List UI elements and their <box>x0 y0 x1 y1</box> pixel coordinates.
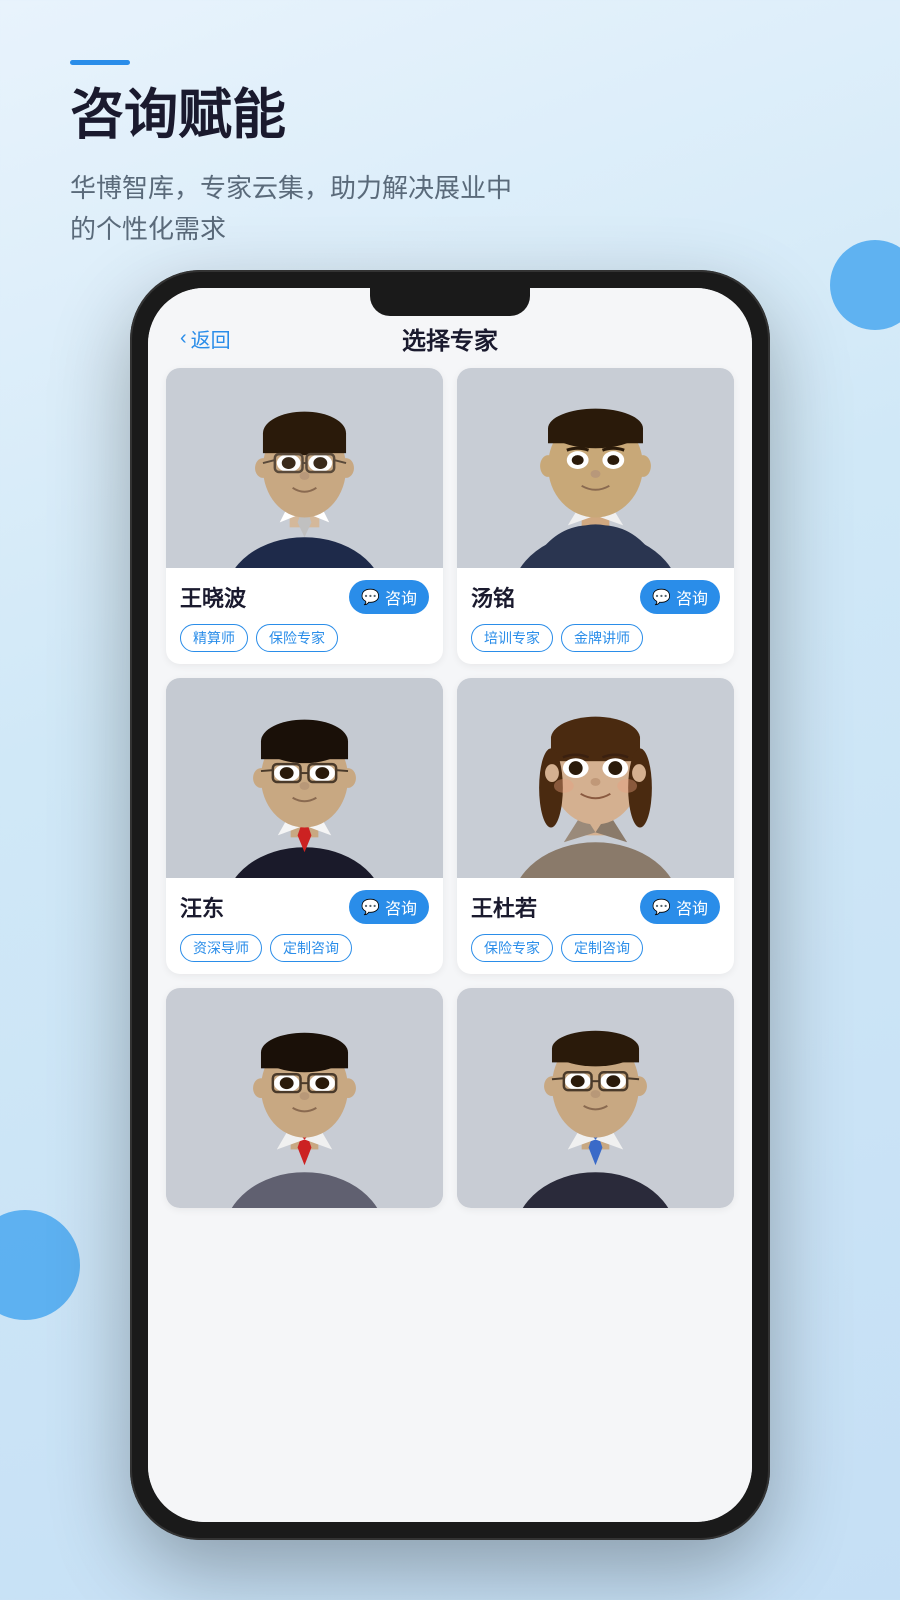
expert-name-row-3: 汪东 💬 咨询 <box>180 890 429 924</box>
expert-photo-3 <box>166 678 443 878</box>
consult-label-4: 咨询 <box>676 895 708 919</box>
expert-info-4: 王杜若 💬 咨询 保险专家 定制咨询 <box>457 878 734 974</box>
expert-card-1: 王晓波 💬 咨询 精算师 保险专家 <box>166 368 443 664</box>
expert-tags-1: 精算师 保险专家 <box>180 624 429 652</box>
expert-name-1: 王晓波 <box>180 581 246 613</box>
consult-label-1: 咨询 <box>385 585 417 609</box>
expert-info-2: 汤铭 💬 咨询 培训专家 金牌讲师 <box>457 568 734 664</box>
expert-tags-2: 培训专家 金牌讲师 <box>471 624 720 652</box>
chat-icon-4: 💬 <box>652 898 671 916</box>
tag-4-1: 保险专家 <box>471 934 553 962</box>
header-accent-line <box>70 60 130 65</box>
tag-4-2: 定制咨询 <box>561 934 643 962</box>
expert-card-3: 汪东 💬 咨询 资深导师 定制咨询 <box>166 678 443 974</box>
expert-photo-5 <box>166 988 443 1208</box>
phone-notch <box>370 288 530 316</box>
app-content: ‹ 返回 选择专家 <box>148 288 752 1522</box>
chat-icon-3: 💬 <box>361 898 380 916</box>
expert-tags-4: 保险专家 定制咨询 <box>471 934 720 962</box>
tag-3-2: 定制咨询 <box>270 934 352 962</box>
page-subtitle: 华博智库，专家云集，助力解决展业中的个性化需求 <box>70 168 830 251</box>
expert-photo-1 <box>166 368 443 568</box>
phone-mockup: ‹ 返回 选择专家 <box>130 270 770 1540</box>
consult-button-2[interactable]: 💬 咨询 <box>640 580 720 614</box>
chat-icon-2: 💬 <box>652 588 671 606</box>
consult-label-3: 咨询 <box>385 895 417 919</box>
expert-card-6 <box>457 988 734 1208</box>
expert-name-row-4: 王杜若 💬 咨询 <box>471 890 720 924</box>
expert-grid: 王晓波 💬 咨询 精算师 保险专家 <box>148 358 752 1228</box>
expert-name-4: 王杜若 <box>471 891 537 923</box>
expert-photo-2 <box>457 368 734 568</box>
consult-label-2: 咨询 <box>676 585 708 609</box>
tag-1-1: 精算师 <box>180 624 248 652</box>
expert-info-3: 汪东 💬 咨询 资深导师 定制咨询 <box>166 878 443 974</box>
tag-2-1: 培训专家 <box>471 624 553 652</box>
tag-3-1: 资深导师 <box>180 934 262 962</box>
expert-card-2: 汤铭 💬 咨询 培训专家 金牌讲师 <box>457 368 734 664</box>
expert-card-5 <box>166 988 443 1208</box>
nav-title: 选择专家 <box>402 321 498 356</box>
back-button[interactable]: ‹ 返回 <box>180 324 231 353</box>
expert-tags-3: 资深导师 定制咨询 <box>180 934 429 962</box>
chat-icon-1: 💬 <box>361 588 380 606</box>
expert-name-2: 汤铭 <box>471 581 515 613</box>
expert-photo-4 <box>457 678 734 878</box>
tag-2-2: 金牌讲师 <box>561 624 643 652</box>
consult-button-3[interactable]: 💬 咨询 <box>349 890 429 924</box>
header-section: 咨询赋能 华博智库，专家云集，助力解决展业中的个性化需求 <box>0 0 900 281</box>
page-title: 咨询赋能 <box>70 83 830 148</box>
expert-name-row-2: 汤铭 💬 咨询 <box>471 580 720 614</box>
back-label: 返回 <box>191 324 231 353</box>
decoration-circle-bottom <box>0 1210 80 1320</box>
expert-name-row-1: 王晓波 💬 咨询 <box>180 580 429 614</box>
expert-info-1: 王晓波 💬 咨询 精算师 保险专家 <box>166 568 443 664</box>
consult-button-4[interactable]: 💬 咨询 <box>640 890 720 924</box>
phone-frame: ‹ 返回 选择专家 <box>130 270 770 1540</box>
expert-name-3: 汪东 <box>180 891 224 923</box>
tag-1-2: 保险专家 <box>256 624 338 652</box>
consult-button-1[interactable]: 💬 咨询 <box>349 580 429 614</box>
expert-card-4: 王杜若 💬 咨询 保险专家 定制咨询 <box>457 678 734 974</box>
back-chevron-icon: ‹ <box>180 327 187 350</box>
phone-screen: ‹ 返回 选择专家 <box>148 288 752 1522</box>
expert-photo-6 <box>457 988 734 1208</box>
